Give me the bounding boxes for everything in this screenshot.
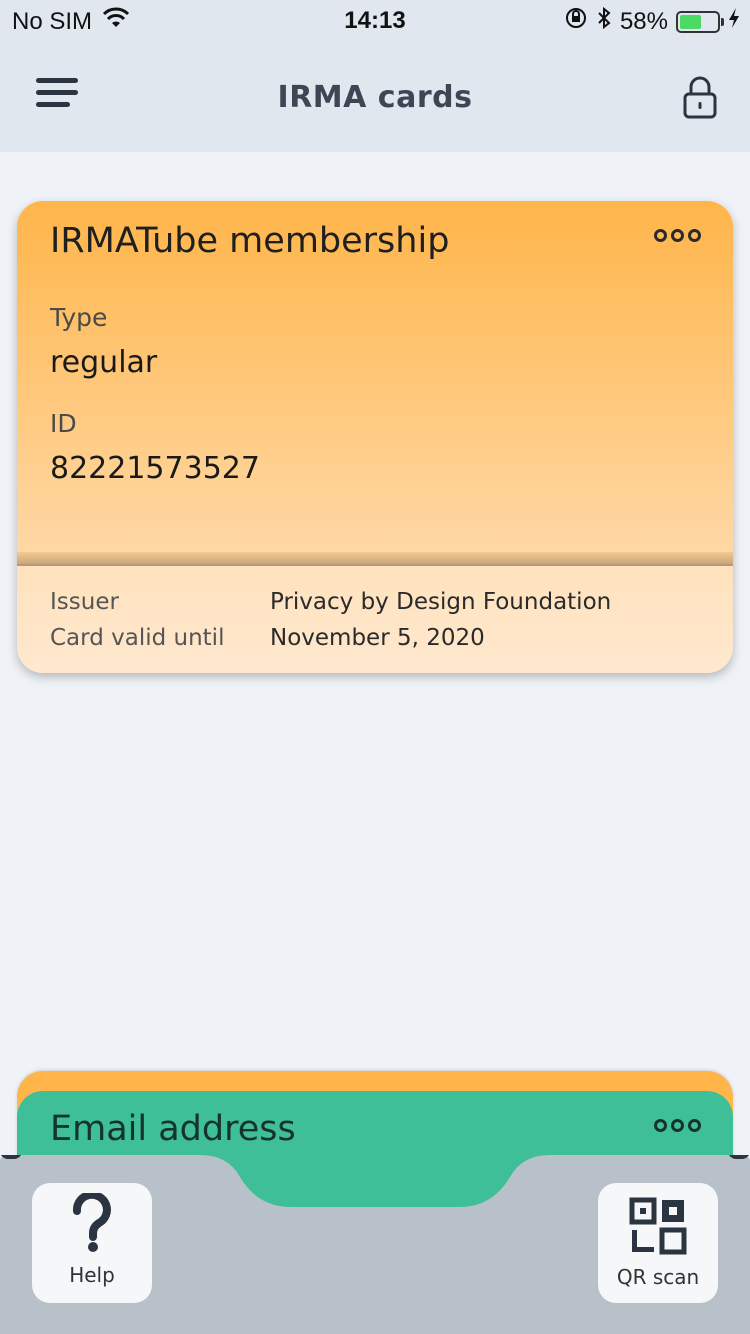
bluetooth-icon — [596, 6, 612, 37]
page-title: IRMA cards — [277, 80, 473, 115]
question-mark-icon — [32, 1190, 152, 1257]
orientation-lock-icon — [564, 6, 588, 37]
qr-code-icon — [598, 1197, 718, 1259]
card-title: IRMATube membership — [50, 221, 450, 261]
help-button[interactable]: Help — [32, 1183, 152, 1303]
attribute-label-id: ID — [50, 409, 77, 438]
padlock-icon[interactable] — [680, 74, 720, 120]
status-right: 58% — [564, 6, 740, 37]
valid-until-value: November 5, 2020 — [270, 625, 485, 651]
card-divider — [17, 552, 733, 566]
credential-card[interactable]: IRMATube membership Type regular ID 8222… — [17, 201, 733, 673]
attribute-value-id: 82221573527 — [50, 451, 260, 486]
app-header: IRMA cards — [0, 40, 750, 152]
battery-percent: 58% — [619, 7, 668, 35]
help-label: Help — [69, 1263, 115, 1287]
card-footer — [17, 566, 733, 673]
issuer-value: Privacy by Design Foundation — [270, 589, 612, 615]
more-options-icon[interactable] — [654, 229, 701, 242]
attribute-value-type: regular — [50, 345, 158, 380]
battery-icon — [676, 10, 724, 33]
status-bar: No SIM 14:13 58% — [0, 0, 750, 40]
charging-icon — [728, 7, 740, 36]
more-options-icon[interactable] — [654, 1119, 701, 1132]
qr-scan-button[interactable]: QR scan — [598, 1183, 718, 1303]
battery-level — [680, 14, 701, 29]
email-card-title: Email address — [50, 1109, 296, 1149]
attribute-label-type: Type — [50, 303, 108, 332]
valid-until-label: Card valid until — [50, 625, 225, 651]
qr-scan-label: QR scan — [616, 1265, 700, 1289]
issuer-label: Issuer — [50, 589, 119, 615]
